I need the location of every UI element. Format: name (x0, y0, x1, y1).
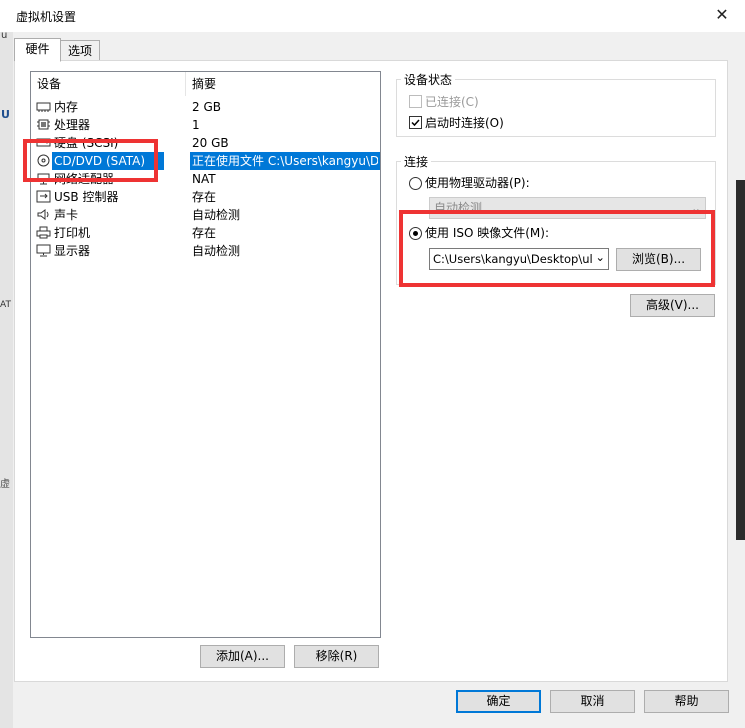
tab-options[interactable]: 选项 (60, 40, 100, 62)
advanced-button[interactable]: 高级(V)... (630, 294, 715, 317)
tab-hardware[interactable]: 硬件 (14, 38, 61, 62)
device-row-sound-card[interactable]: 声卡 自动检测 (33, 206, 378, 224)
add-button[interactable]: 添加(A)... (200, 645, 285, 668)
device-row-processor[interactable]: 处理器 1 (33, 116, 378, 134)
column-header-device[interactable]: 设备 (37, 72, 61, 96)
connect-on-start-label: 启动时连接(O) (425, 116, 504, 130)
device-name: 声卡 (54, 208, 79, 222)
background-text-2: U (1, 108, 10, 121)
ok-button[interactable]: 确定 (456, 690, 541, 713)
cancel-button[interactable]: 取消 (550, 690, 635, 713)
device-summary: 自动检测 (192, 244, 241, 258)
device-summary: 20 GB (192, 136, 229, 150)
device-name: 处理器 (54, 118, 91, 132)
device-row-printer[interactable]: 打印机 存在 (33, 224, 378, 242)
background-window-edge (0, 32, 13, 728)
connect-on-start-checkbox[interactable] (409, 116, 422, 129)
device-name: 显示器 (54, 244, 91, 258)
background-text-3: AT (0, 300, 11, 310)
column-separator[interactable] (185, 72, 186, 96)
remove-button[interactable]: 移除(R) (294, 645, 379, 668)
physical-drive-label: 使用物理驱动器(P): (425, 176, 530, 190)
background-text-1: u (1, 30, 8, 41)
column-header-summary[interactable]: 摘要 (192, 72, 216, 96)
physical-drive-radio[interactable] (409, 177, 422, 190)
processor-icon (37, 119, 50, 130)
device-summary: 存在 (192, 190, 217, 204)
background-window-dark-edge (736, 180, 745, 540)
connection-title: 连接 (401, 153, 432, 170)
device-summary: NAT (192, 172, 216, 186)
memory-icon (36, 102, 51, 112)
device-row-usb[interactable]: USB 控制器 存在 (33, 188, 378, 206)
device-summary: 存在 (192, 226, 217, 240)
device-row-memory[interactable]: 内存 2 GB (33, 98, 378, 116)
device-status-title: 设备状态 (401, 71, 456, 88)
device-summary: 1 (192, 118, 200, 132)
device-name: 内存 (54, 100, 79, 114)
close-icon[interactable]: ✕ (711, 4, 733, 26)
device-name: 打印机 (54, 226, 91, 240)
connected-checkbox[interactable] (409, 95, 422, 108)
title-bar (0, 0, 745, 32)
usb-icon (36, 190, 51, 203)
checkmark-icon (411, 119, 420, 127)
sound-card-icon (37, 209, 49, 220)
connected-label: 已连接(C) (425, 95, 479, 109)
highlight-box-iso (399, 210, 715, 287)
display-icon (36, 244, 51, 257)
highlight-box-cd-dvd (23, 139, 158, 182)
device-summary: 2 GB (192, 100, 221, 114)
printer-icon (36, 226, 51, 239)
device-summary: 正在使用文件 C:\Users\kangyu\Desktop\ub (192, 154, 378, 168)
device-name: USB 控制器 (54, 190, 119, 204)
device-row-display[interactable]: 显示器 自动检测 (33, 242, 378, 260)
window-title: 虚拟机设置 (16, 10, 77, 24)
help-button[interactable]: 帮助 (644, 690, 729, 713)
background-text-4: 虚 (0, 479, 10, 490)
device-summary: 自动检测 (192, 208, 241, 222)
